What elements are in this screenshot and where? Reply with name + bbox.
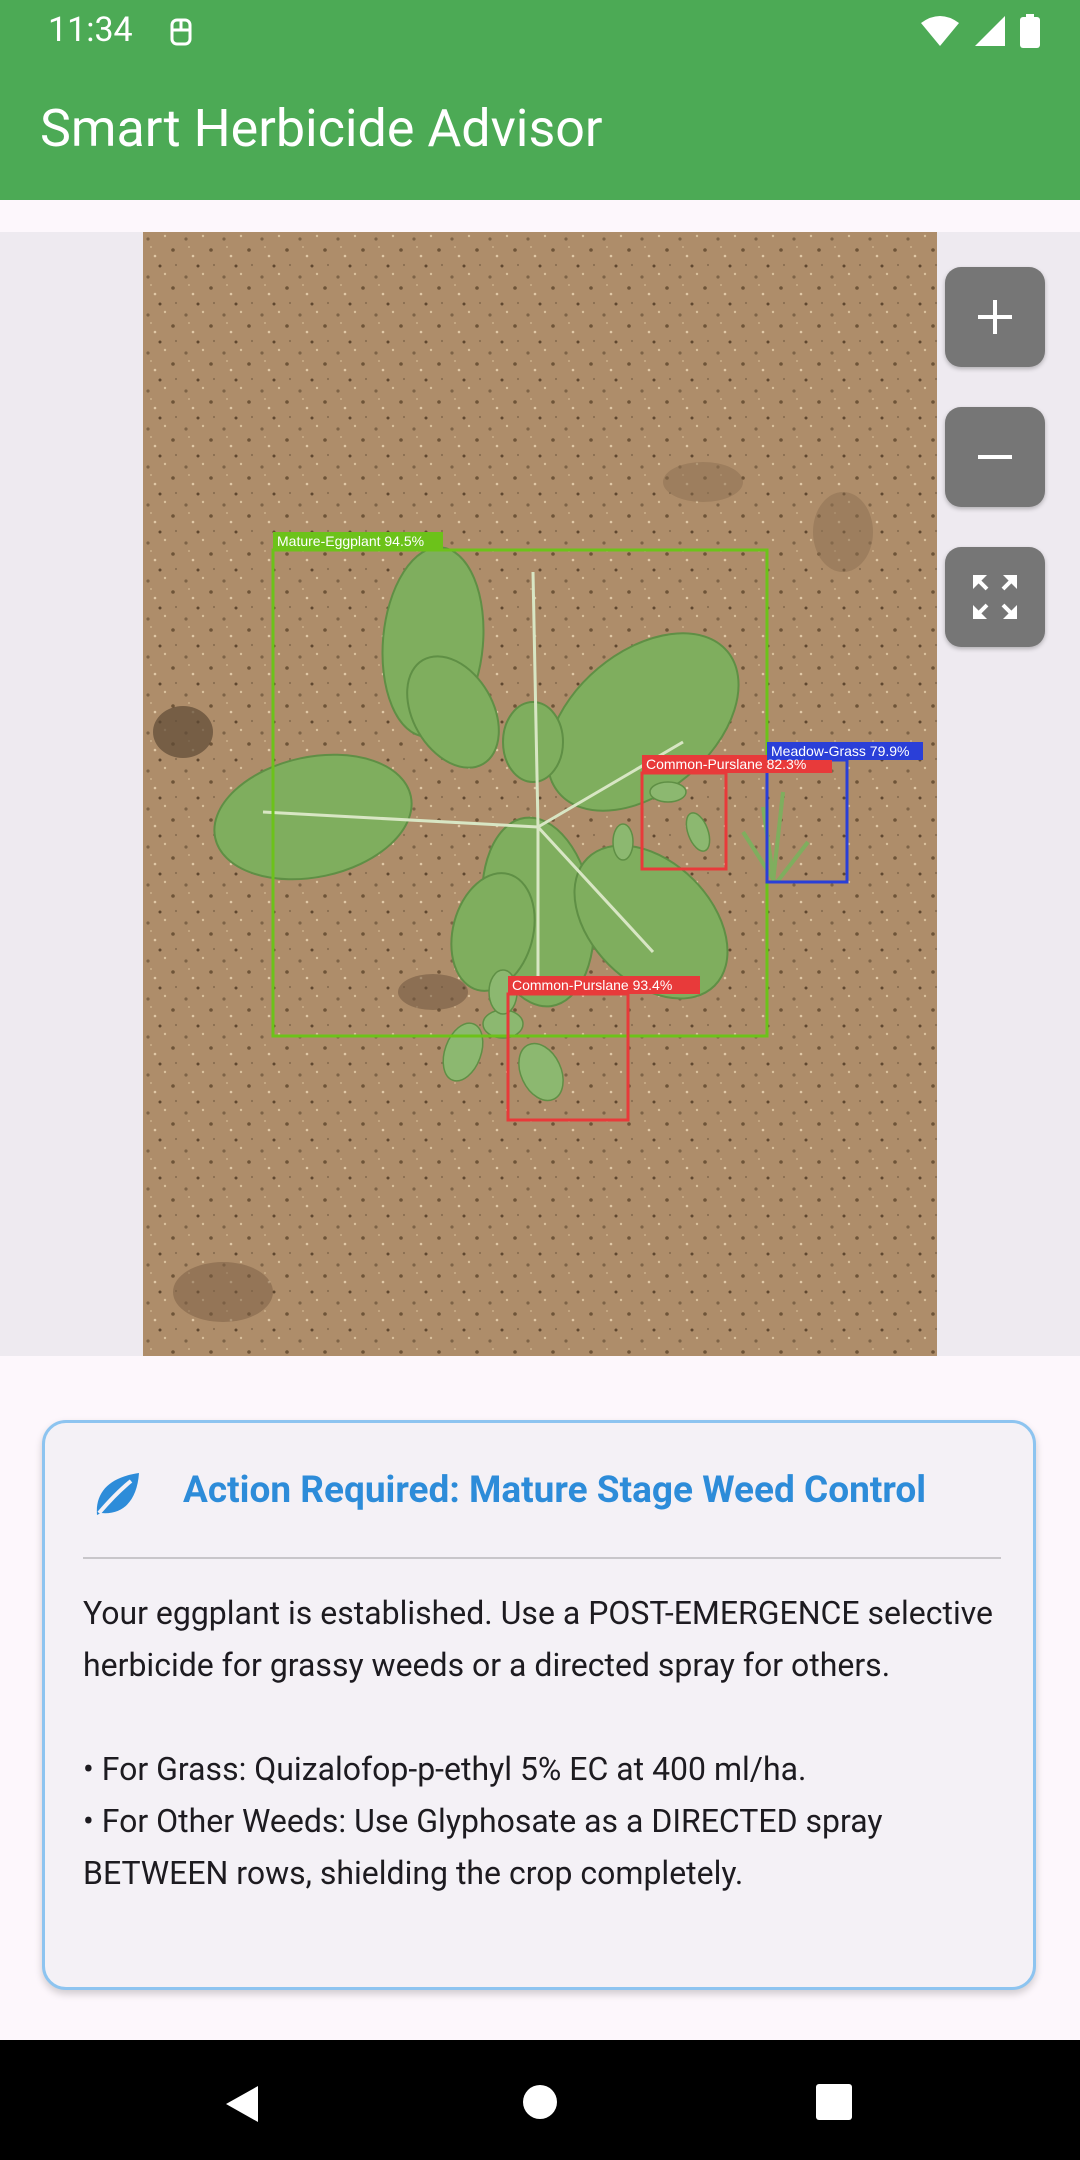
detection-image[interactable]: Mature-Eggplant 94.5% Common-Purslane 82…: [143, 232, 937, 1356]
fit-screen-button[interactable]: [945, 547, 1045, 647]
sim-card-icon: [170, 18, 192, 46]
advice-card: Action Required: Mature Stage Weed Contr…: [42, 1420, 1036, 1990]
image-viewer[interactable]: Mature-Eggplant 94.5% Common-Purslane 82…: [0, 232, 1080, 1356]
navigation-bar: [0, 2040, 1080, 2160]
status-icons: [920, 14, 1040, 48]
advice-body: Your eggplant is established. Use a POST…: [83, 1587, 1013, 1899]
cell-signal-icon: [975, 16, 1005, 46]
app-title: Smart Herbicide Advisor: [40, 98, 603, 159]
advice-bullet: • For Grass: Quizalofop-p-ethyl 5% EC at…: [83, 1750, 807, 1788]
fit-screen-icon: [973, 575, 1017, 619]
advice-title: Action Required: Mature Stage Weed Contr…: [183, 1469, 927, 1512]
zoom-in-button[interactable]: [945, 267, 1045, 367]
wifi-icon: [921, 16, 959, 46]
status-time: 11:34: [48, 10, 133, 50]
detection-label: Meadow-Grass 79.9%: [771, 743, 910, 759]
advice-bullet: • For Other Weeds: Use Glyphosate as a D…: [83, 1802, 883, 1892]
divider: [83, 1557, 1001, 1559]
advice-intro: Your eggplant is established. Use a POST…: [83, 1594, 993, 1684]
battery-icon: [1020, 14, 1040, 48]
app-bar: 11:34 Smart Herbicide Advisor: [0, 0, 1080, 200]
recents-icon[interactable]: [816, 2084, 852, 2120]
minus-icon: [978, 455, 1012, 459]
detection-label: Common-Purslane 93.4%: [512, 977, 672, 993]
home-icon[interactable]: [522, 2084, 558, 2120]
detection-label: Mature-Eggplant 94.5%: [277, 533, 424, 549]
back-icon[interactable]: [224, 2084, 260, 2124]
plus-icon: [978, 300, 1012, 334]
leaf-icon: [96, 1473, 139, 1515]
zoom-out-button[interactable]: [945, 407, 1045, 507]
